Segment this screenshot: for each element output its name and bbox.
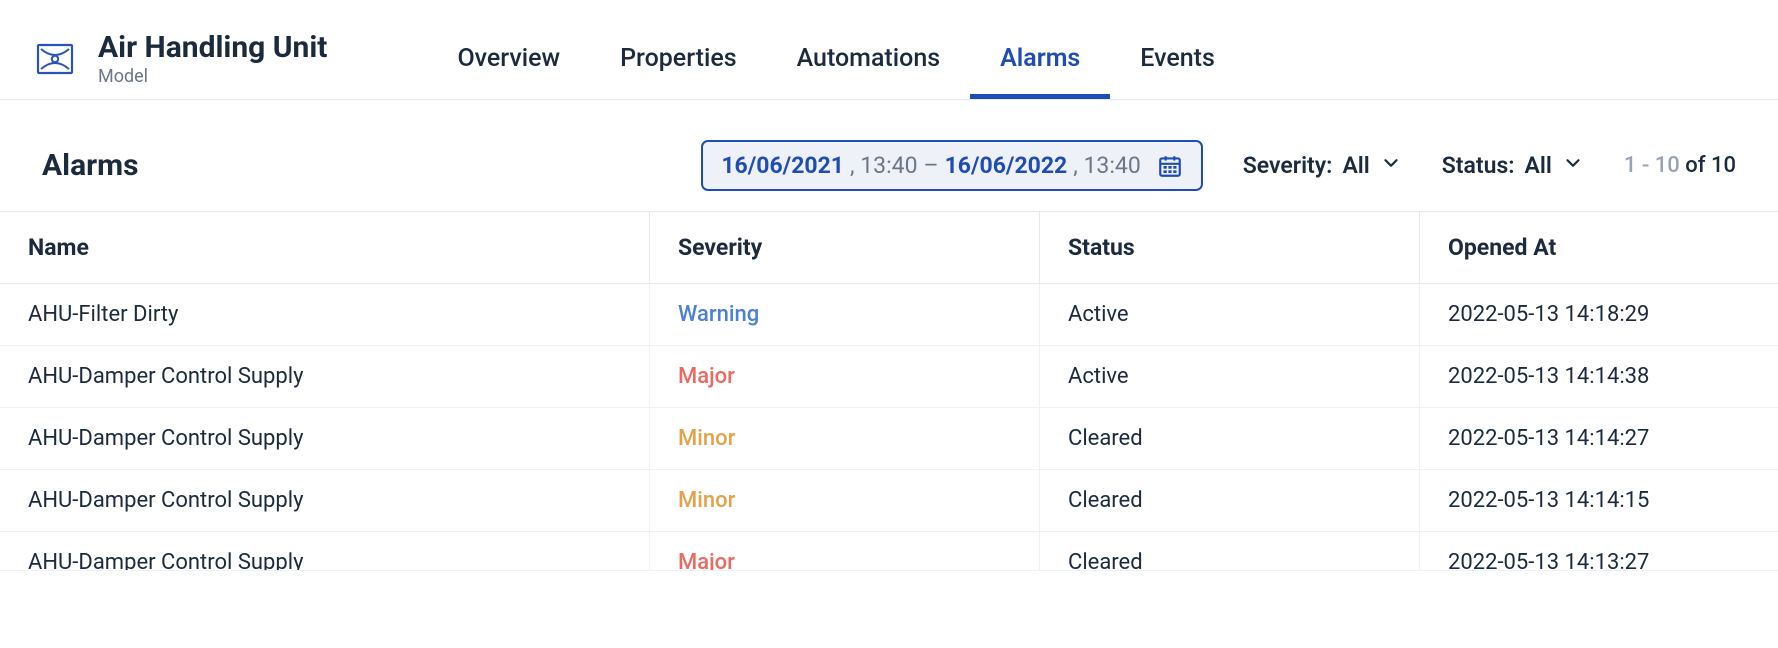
status-filter-value: All: [1525, 152, 1552, 179]
time-start: , 13:40: [850, 152, 918, 179]
cell-status: Cleared: [1040, 408, 1420, 469]
severity-filter-label: Severity:: [1243, 152, 1333, 179]
cell-name: AHU-Damper Control Supply: [0, 346, 650, 407]
cell-opened: 2022-05-13 14:14:15: [1420, 470, 1778, 531]
cell-severity: Major: [650, 346, 1040, 407]
col-name[interactable]: Name: [0, 212, 650, 283]
cell-name: AHU-Damper Control Supply: [0, 470, 650, 531]
pagination-label: 1 - 10 of 10: [1624, 153, 1736, 178]
alarms-table: Name Severity Status Opened At AHU-Filte…: [0, 211, 1778, 571]
table-row[interactable]: AHU-Damper Control SupplyMajorCleared202…: [0, 532, 1778, 571]
cell-opened: 2022-05-13 14:18:29: [1420, 284, 1778, 345]
cell-name: AHU-Damper Control Supply: [0, 532, 650, 570]
cell-opened: 2022-05-13 14:13:27: [1420, 532, 1778, 570]
date-start: 16/06/2021: [721, 152, 844, 179]
toolbar: Alarms 16/06/2021, 13:40 – 16/06/2022, 1…: [0, 100, 1778, 211]
cell-severity: Major: [650, 532, 1040, 570]
tab-events[interactable]: Events: [1110, 18, 1245, 99]
page-title: Air Handling Unit: [98, 31, 327, 64]
page-subtitle: Model: [98, 66, 327, 87]
col-status[interactable]: Status: [1040, 212, 1420, 283]
title-block: Air Handling Unit Model: [98, 31, 327, 87]
tabs: Overview Properties Automations Alarms E…: [427, 18, 1244, 99]
pagination-of: of 10: [1680, 153, 1736, 178]
date-separator: –: [924, 152, 939, 179]
status-filter-label: Status:: [1442, 152, 1515, 179]
section-title: Alarms: [42, 148, 139, 183]
cell-status: Cleared: [1040, 470, 1420, 531]
date-range-picker[interactable]: 16/06/2021, 13:40 – 16/06/2022, 13:40: [701, 140, 1202, 191]
col-severity[interactable]: Severity: [650, 212, 1040, 283]
calendar-icon: [1157, 153, 1183, 179]
page-header: Air Handling Unit Model Overview Propert…: [0, 0, 1778, 100]
table-header: Name Severity Status Opened At: [0, 212, 1778, 284]
time-end: , 13:40: [1073, 152, 1141, 179]
severity-filter-value: All: [1342, 152, 1369, 179]
status-filter[interactable]: Status: All: [1442, 152, 1584, 180]
cell-status: Active: [1040, 284, 1420, 345]
cell-severity: Minor: [650, 408, 1040, 469]
chevron-down-icon: [1562, 152, 1584, 180]
chevron-down-icon: [1380, 152, 1402, 180]
cell-name: AHU-Damper Control Supply: [0, 408, 650, 469]
table-row[interactable]: AHU-Damper Control SupplyMinorCleared202…: [0, 408, 1778, 470]
cell-opened: 2022-05-13 14:14:27: [1420, 408, 1778, 469]
table-row[interactable]: AHU-Damper Control SupplyMinorCleared202…: [0, 470, 1778, 532]
tab-alarms[interactable]: Alarms: [970, 18, 1110, 99]
tab-overview[interactable]: Overview: [427, 18, 590, 99]
table-body: AHU-Filter DirtyWarningActive2022-05-13 …: [0, 284, 1778, 571]
tab-automations[interactable]: Automations: [767, 18, 971, 99]
model-icon: [30, 34, 80, 84]
date-end: 16/06/2022: [945, 152, 1068, 179]
col-opened[interactable]: Opened At: [1420, 212, 1778, 283]
tab-properties[interactable]: Properties: [590, 18, 767, 99]
cell-opened: 2022-05-13 14:14:38: [1420, 346, 1778, 407]
cell-severity: Warning: [650, 284, 1040, 345]
cell-status: Cleared: [1040, 532, 1420, 570]
pagination-range: 1 - 10: [1624, 153, 1680, 178]
cell-status: Active: [1040, 346, 1420, 407]
table-row[interactable]: AHU-Damper Control SupplyMajorActive2022…: [0, 346, 1778, 408]
table-row[interactable]: AHU-Filter DirtyWarningActive2022-05-13 …: [0, 284, 1778, 346]
severity-filter[interactable]: Severity: All: [1243, 152, 1402, 180]
cell-name: AHU-Filter Dirty: [0, 284, 650, 345]
cell-severity: Minor: [650, 470, 1040, 531]
